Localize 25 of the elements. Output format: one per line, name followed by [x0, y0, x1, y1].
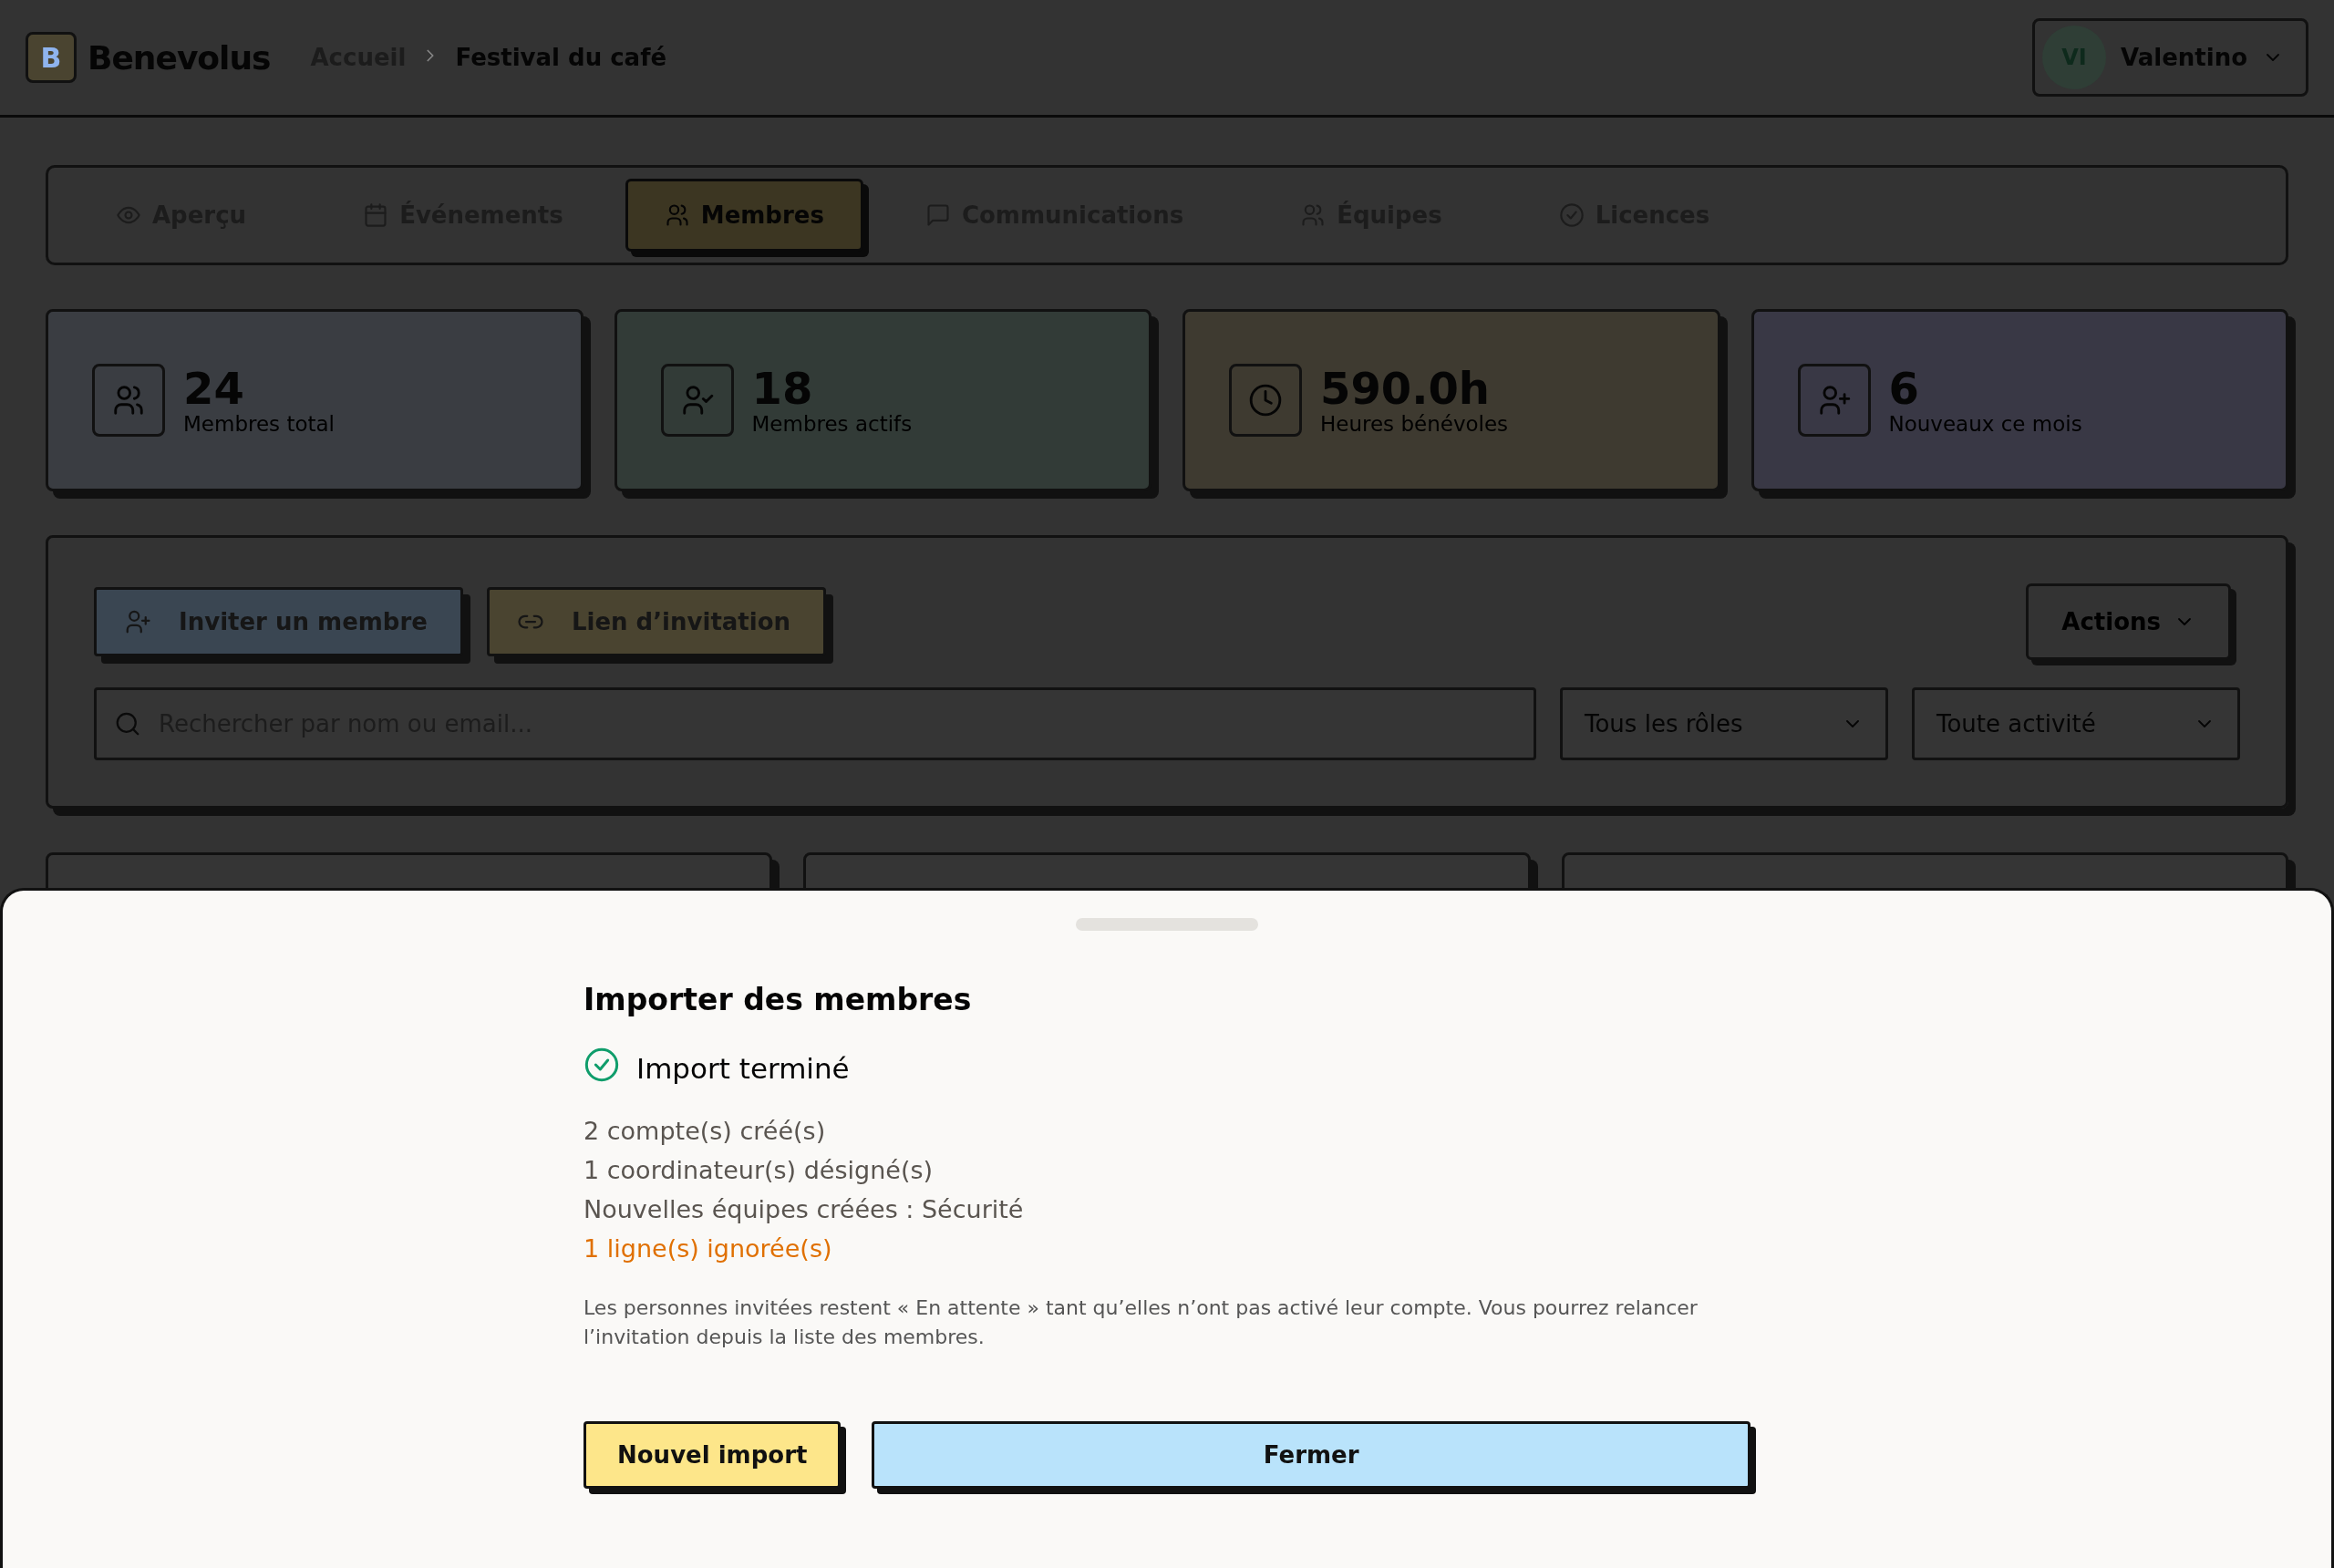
- result-text: 1 coordinateur(s) désigné(s): [584, 1156, 934, 1184]
- user-plus-icon: [124, 608, 151, 635]
- stat-value: 24: [183, 364, 245, 413]
- check-circle-icon: [1558, 202, 1585, 228]
- stat-value: 6: [1888, 364, 1920, 413]
- info-paragraph: Les personnes invitées restent « En attente » tant qu’elles n’ont pas activé leur compte. Vous pourrez relancer l’invitation depuis la liste des membres.: [584, 1295, 1699, 1350]
- result-text: Nouvelles équipes créées : Sécurité: [584, 1195, 1025, 1223]
- users-icon: [664, 202, 690, 228]
- check-circle-icon: [584, 1047, 620, 1083]
- drag-handle[interactable]: [1076, 918, 1258, 931]
- stat-label: Membres actifs: [751, 412, 913, 437]
- stat-value: 590.0h: [1320, 364, 1491, 413]
- stat-label: Membres total: [183, 412, 335, 437]
- status-text: Import terminé: [636, 1051, 850, 1085]
- clock-icon: [1248, 383, 1283, 418]
- users-icon: [1300, 202, 1327, 228]
- sheet-title: Importer des membres: [584, 982, 973, 1017]
- result-text: 2 compte(s) créé(s): [584, 1117, 827, 1145]
- search-icon: [114, 710, 141, 738]
- stat-label: Heures bénévoles: [1320, 412, 1509, 437]
- users-icon: [111, 383, 146, 418]
- stat-label: Nouveaux ce mois: [1888, 412, 2082, 437]
- warning-text: 1 ligne(s) ignorée(s): [584, 1234, 833, 1263]
- logo: B: [26, 32, 77, 83]
- calendar-icon: [363, 202, 389, 228]
